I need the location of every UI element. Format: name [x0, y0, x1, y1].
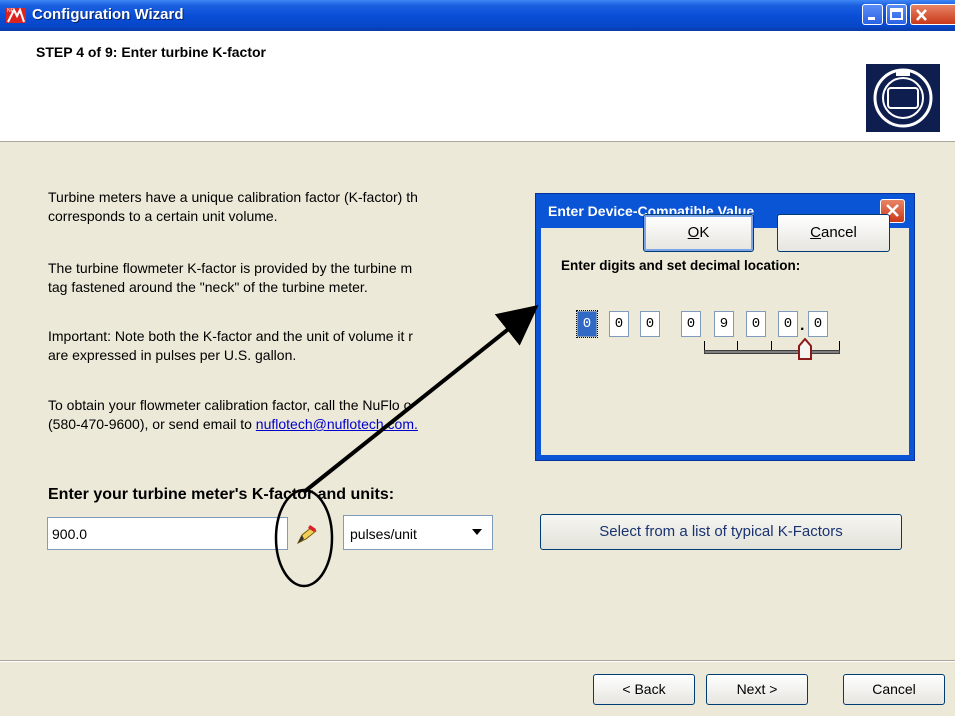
cancel-button[interactable]: Cancel: [843, 674, 945, 705]
dialog-body: Enter digits and set decimal location: 0…: [541, 228, 909, 455]
paragraph-line: (580-470-9600), or send email to: [48, 416, 256, 432]
maximize-button[interactable]: [886, 4, 907, 25]
paragraph-line: To obtain your flowmeter calibration fac…: [48, 397, 412, 413]
pencil-edit-icon[interactable]: [294, 521, 320, 547]
kfactor-heading: Enter your turbine meter's K-factor and …: [48, 486, 395, 503]
digit-box-6[interactable]: 0: [746, 311, 766, 337]
paragraph-kfactor-source: The turbine flowmeter K-factor is provid…: [48, 259, 412, 297]
digit-box-4[interactable]: 0: [681, 311, 701, 337]
ok-label-rest: K: [699, 224, 710, 241]
select-typical-kfactors-button[interactable]: Select from a list of typical K-Factors: [540, 514, 902, 550]
slider-tick: [771, 341, 772, 350]
dialog-cancel-button[interactable]: Cancel: [777, 214, 890, 252]
paragraph-line: Turbine meters have a unique calibration…: [48, 189, 418, 205]
slider-tick: [704, 341, 705, 350]
paragraph-line: are expressed in pulses per U.S. gallon.: [48, 347, 297, 363]
digit-box-2[interactable]: 0: [609, 311, 629, 337]
cancel-accelerator: C: [810, 224, 821, 241]
units-selected-value: pulses/unit: [350, 526, 417, 542]
paragraph-important-note: Important: Note both the K-factor and th…: [48, 327, 413, 365]
back-button[interactable]: < Back: [593, 674, 695, 705]
decimal-location-slider[interactable]: [704, 350, 840, 354]
dialog-ok-button[interactable]: OK: [643, 214, 754, 252]
digit-box-8[interactable]: 0: [808, 311, 828, 337]
maximize-icon: [890, 8, 903, 20]
close-button[interactable]: [910, 4, 955, 25]
company-seal-logo: [866, 64, 940, 132]
close-icon: [916, 9, 927, 21]
kfactor-input[interactable]: [47, 517, 288, 550]
paragraph-line: corresponds to a certain unit volume.: [48, 208, 278, 224]
paragraph-line: The turbine flowmeter K-factor is provid…: [48, 260, 413, 276]
digit-box-3[interactable]: 0: [640, 311, 660, 337]
next-button[interactable]: Next >: [706, 674, 808, 705]
cancel-label-rest: ancel: [820, 224, 857, 241]
support-email-link[interactable]: nuflotech@nuflotech.com.: [256, 416, 418, 432]
chevron-down-icon: [472, 529, 482, 535]
footer-divider: [0, 660, 955, 662]
paragraph-kfactor-intro: Turbine meters have a unique calibration…: [48, 188, 418, 226]
decimal-point-marker: .: [800, 317, 805, 334]
window-title-bar[interactable]: NF Configuration Wizard: [0, 0, 955, 31]
svg-text:NF: NF: [7, 8, 14, 14]
slider-tick: [737, 341, 738, 350]
paragraph-line: tag fastened around the "neck" of the tu…: [48, 279, 368, 295]
ok-accelerator: O: [687, 224, 700, 241]
slider-tick: [839, 341, 840, 350]
paragraph-line: Important: Note both the K-factor and th…: [48, 328, 413, 344]
digit-box-7[interactable]: 0: [778, 311, 798, 337]
step-title: STEP 4 of 9: Enter turbine K-factor: [36, 44, 266, 60]
dialog-prompt: Enter digits and set decimal location:: [561, 258, 801, 273]
app-logo-icon: NF: [6, 7, 26, 23]
window-title: Configuration Wizard: [32, 6, 184, 23]
minimize-icon: [868, 17, 875, 20]
digit-box-5[interactable]: 9: [714, 311, 734, 337]
digit-box-1[interactable]: 0: [576, 310, 598, 338]
units-dropdown[interactable]: pulses/unit: [343, 515, 493, 550]
paragraph-contact: To obtain your flowmeter calibration fac…: [48, 396, 418, 434]
minimize-button[interactable]: [862, 4, 883, 25]
slider-thumb[interactable]: [798, 338, 812, 360]
